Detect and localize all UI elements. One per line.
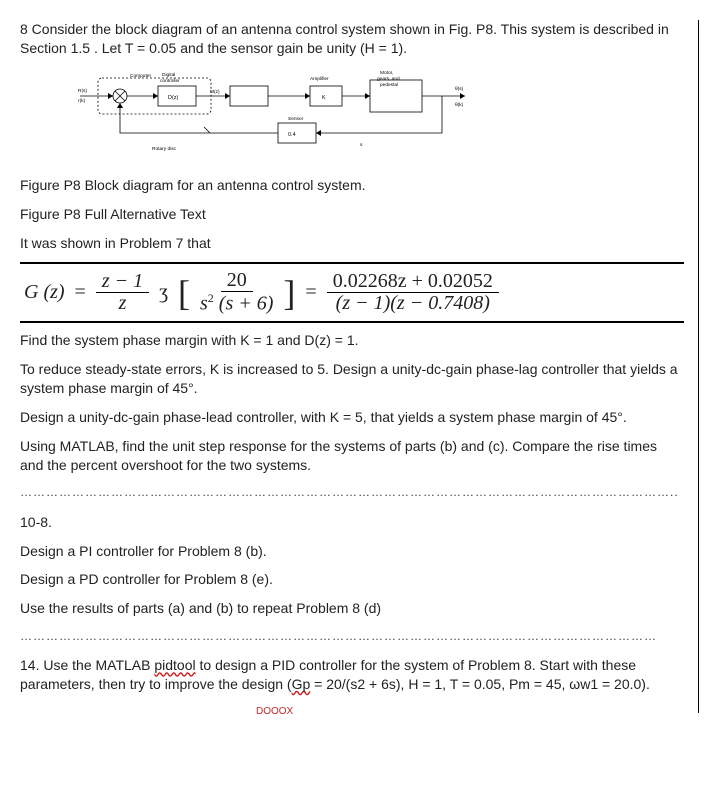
task-10-8-c: Use the results of parts (a) and (b) to … — [20, 599, 684, 618]
p14-pidtool: pidtool — [154, 657, 195, 673]
problem-intro: 8 Consider the block diagram of an anten… — [20, 20, 684, 58]
p14-gp: Gp — [292, 676, 311, 692]
label-sensor: Sensor — [288, 116, 304, 122]
label-amp: Amplifier — [310, 76, 329, 82]
task-b: To reduce steady-state errors, K is incr… — [20, 360, 684, 398]
eq-f1-den: z — [113, 293, 133, 314]
label-out2: θ(k) — [455, 102, 464, 108]
problem-10-8-heading: 10-8. — [20, 513, 684, 532]
label-s: s — [360, 143, 363, 148]
eq-r-den: (z − 1)(z − 0.7408) — [330, 293, 496, 314]
red-annotation: DOOOX — [256, 706, 293, 717]
eq-lhs: G (z) — [24, 279, 65, 306]
label-computer: Computer — [130, 73, 151, 79]
label-mz: M(z) — [210, 89, 220, 95]
equation-bar: G (z) = z − 1 z ʒ 20 s2 (s + 6) = 0.0226… — [20, 262, 684, 323]
label-mot3: pedestal — [380, 82, 398, 88]
separator-2: …………………………………………………………………………………………………………… — [20, 628, 684, 644]
p14-text-c: = 20/(s2 + 6s), H = 1, T = 0.05, Pm = 45… — [310, 676, 650, 692]
figure-caption-1: Figure P8 Block diagram for an antenna c… — [20, 176, 684, 195]
task-d: Using MATLAB, find the unit step respons… — [20, 437, 684, 475]
label-mot1: Motor, — [380, 70, 393, 76]
eq-r-num: 0.02268z + 0.02052 — [327, 271, 499, 293]
eq-f2-den-b: (s + 6) — [214, 293, 274, 315]
label-rot: Rotary disc — [152, 146, 177, 152]
label-rs: R(s) — [78, 88, 87, 94]
label-dig1: Digital — [162, 72, 175, 78]
label-dig2: controller — [160, 78, 180, 84]
figure-caption-2: Figure P8 Full Alternative Text — [20, 205, 684, 224]
eq-f2-den-a: s — [200, 293, 208, 315]
label-rk: r(k) — [78, 98, 86, 104]
reference-text: It was shown in Problem 7 that — [20, 234, 684, 253]
p14-text-a: 14. Use the MATLAB — [20, 657, 154, 673]
label-mot2: gears, and — [377, 76, 400, 82]
problem-14: 14. Use the MATLAB pidtool to design a P… — [20, 656, 684, 713]
eq-f1-num: z − 1 — [96, 271, 149, 293]
task-10-8-b: Design a PD controller for Problem 8 (e)… — [20, 570, 684, 589]
label-dz: D(z) — [168, 95, 179, 101]
label-out: θ(s) — [455, 86, 464, 92]
task-10-8-a: Design a PI controller for Problem 8 (b)… — [20, 542, 684, 561]
label-K: K — [322, 95, 326, 101]
equation: G (z) = z − 1 z ʒ 20 s2 (s + 6) = 0.0226… — [20, 270, 684, 315]
separator-1: …………………………………………………………………………………………………………… — [20, 484, 684, 500]
label-h: 0.4 — [288, 132, 296, 138]
task-c: Design a unity-dc-gain phase-lead contro… — [20, 408, 684, 427]
eq-f2-num: 20 — [221, 270, 253, 292]
block-diagram: .bx{fill:#fff;stroke:#000;stroke-width:0… — [60, 68, 480, 158]
task-a: Find the system phase margin with K = 1 … — [20, 331, 684, 350]
